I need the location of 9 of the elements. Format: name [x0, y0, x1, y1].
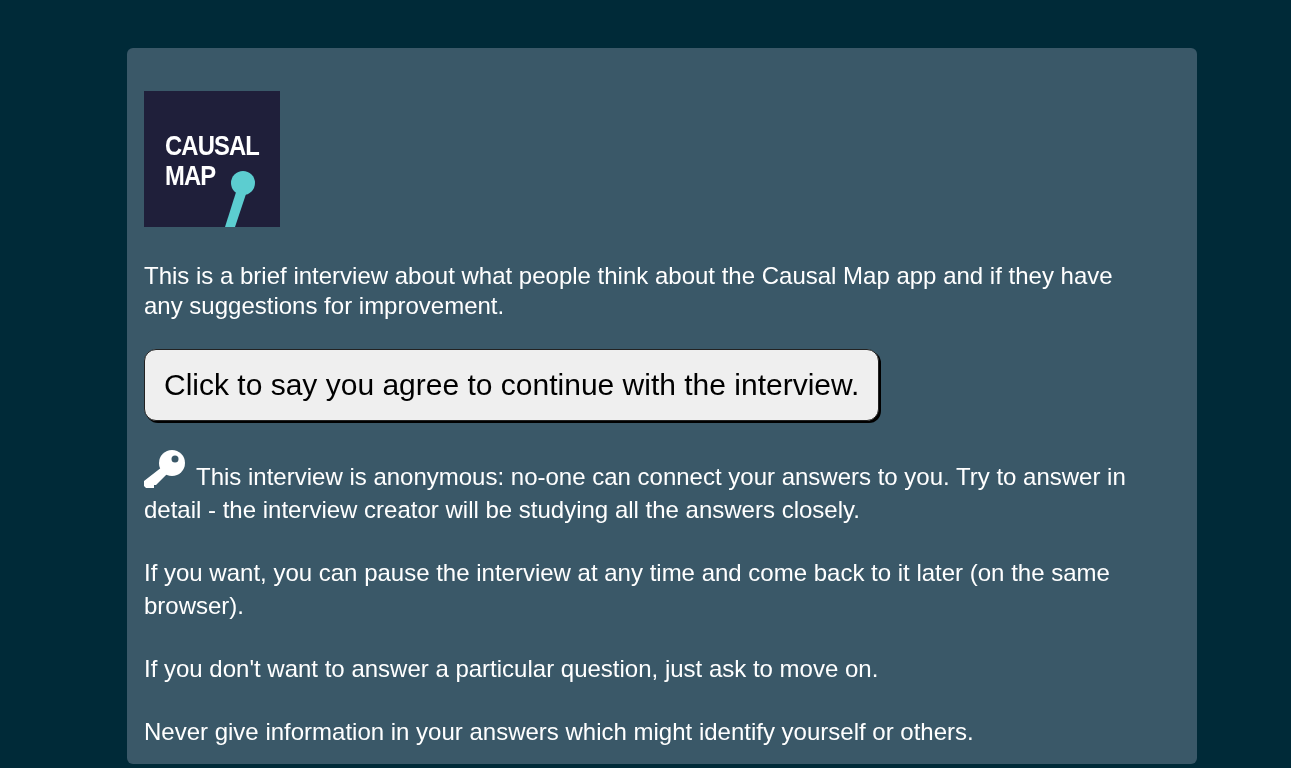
intro-text: This is a brief interview about what people think about the Causal Map app and if they have any suggestions for improvement. [144, 261, 1114, 321]
logo-text: MAP [165, 161, 217, 191]
notice-text: If you don't want to answer a particular question, just ask to move on. [144, 654, 880, 684]
logo-text: CAUSAL [165, 131, 260, 161]
key-icon [144, 449, 186, 489]
notice-text: If you want, you can pause the interview at any time and come back to it later (on the same browser). [144, 558, 1111, 621]
agree-button[interactable]: Click to say you agree to continue with the interview. [144, 349, 880, 421]
notice-text: Never give information in your answers which might identify yourself or others. [144, 717, 975, 747]
notice-text: This interview is anonymous: no-one can connect your answers to you. Try to answer in detail - the interview creator will be studying all the answers closely. [144, 449, 1154, 526]
